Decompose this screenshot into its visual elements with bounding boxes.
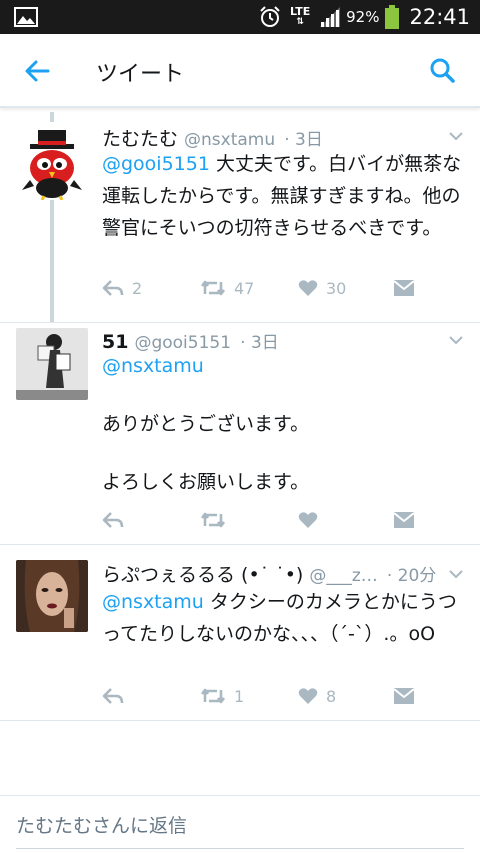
gallery-notification-icon bbox=[14, 7, 38, 27]
reply-count: 2 bbox=[132, 278, 143, 298]
chevron-down-icon[interactable] bbox=[448, 566, 464, 582]
username[interactable]: @___z… bbox=[309, 566, 377, 586]
app-header: ツイート bbox=[0, 34, 480, 108]
reply-input-placeholder[interactable]: たむたむさんに返信 bbox=[16, 811, 187, 838]
tweet-text: @nsxtamu タクシーのカメラとかにうつってたりしないのかな、、、（´-`）… bbox=[102, 586, 470, 650]
reply-button[interactable] bbox=[102, 684, 132, 708]
reply-input-underline bbox=[16, 848, 464, 849]
clock: 22:41 bbox=[409, 5, 470, 29]
retweet-count: 1 bbox=[234, 686, 245, 706]
retweet-icon bbox=[200, 280, 226, 296]
username[interactable]: @nsxtamu bbox=[184, 130, 275, 150]
battery-icon bbox=[385, 5, 400, 29]
heart-icon bbox=[298, 512, 318, 528]
search-icon[interactable] bbox=[426, 54, 460, 88]
network-type-indicator: LTE ⇅ bbox=[290, 5, 311, 27]
tweet[interactable]: たむたむ @nsxtamu · 3日 @gooi5151 大丈夫です。白バイが無茶… bbox=[0, 124, 480, 320]
heart-icon bbox=[298, 280, 318, 296]
tweet[interactable]: らぷつぇるるる (•˙ ˙•) @___z… · 20分 @nsxtamu タクシ… bbox=[0, 560, 480, 720]
mention-link[interactable]: @nsxtamu bbox=[102, 355, 204, 377]
avatar[interactable] bbox=[16, 128, 88, 200]
divider bbox=[0, 544, 480, 545]
direct-message-button[interactable] bbox=[394, 684, 414, 708]
display-name[interactable]: らぷつぇるるる (•˙ ˙•) bbox=[102, 564, 303, 586]
signal-strength-icon bbox=[320, 7, 341, 27]
mention-link[interactable]: @nsxtamu bbox=[102, 591, 204, 613]
like-button[interactable]: 30 bbox=[298, 276, 346, 300]
reply-button[interactable] bbox=[102, 508, 132, 532]
tweet-actions: 1 8 bbox=[102, 684, 422, 708]
retweet-button[interactable]: 47 bbox=[200, 276, 254, 300]
heart-icon bbox=[298, 688, 318, 704]
reply-icon bbox=[102, 512, 124, 528]
tweet-body-text: ありがとうございます。 よろしくお願いします。 bbox=[102, 413, 310, 493]
tweet-time: · 20分 bbox=[386, 566, 437, 586]
owl-mascot-avatar-image bbox=[22, 130, 82, 200]
reply-icon bbox=[102, 280, 124, 296]
tweet[interactable]: 51 @gooi5151 · 3日 @nsxtamu ありがとうございます。 よろ… bbox=[0, 328, 480, 538]
like-button[interactable] bbox=[298, 508, 326, 532]
like-button[interactable]: 8 bbox=[298, 684, 336, 708]
reply-button[interactable]: 2 bbox=[102, 276, 142, 300]
back-arrow-icon[interactable] bbox=[20, 54, 54, 88]
divider bbox=[0, 720, 480, 721]
retweet-button[interactable]: 1 bbox=[200, 684, 244, 708]
retweet-icon bbox=[200, 688, 226, 704]
battery-percent: 92% bbox=[346, 8, 380, 26]
reply-icon bbox=[102, 688, 124, 704]
envelope-icon bbox=[394, 512, 414, 528]
tweet-time: · 3日 bbox=[284, 130, 323, 150]
retweet-icon bbox=[200, 512, 226, 528]
retweet-button[interactable] bbox=[200, 508, 234, 532]
chevron-down-icon[interactable] bbox=[448, 128, 464, 144]
user-photo-avatar-image bbox=[16, 560, 88, 632]
status-bar: LTE ⇅ 92% 22:41 bbox=[0, 0, 480, 34]
direct-message-button[interactable] bbox=[394, 508, 414, 532]
direct-message-button[interactable] bbox=[394, 276, 414, 300]
mention-link[interactable]: @gooi5151 bbox=[102, 153, 210, 175]
like-count: 8 bbox=[326, 686, 337, 706]
envelope-icon bbox=[394, 280, 414, 296]
divider bbox=[0, 322, 480, 323]
avatar[interactable] bbox=[16, 560, 88, 632]
avatar[interactable] bbox=[16, 328, 88, 400]
display-name[interactable]: たむたむ bbox=[102, 128, 178, 150]
username[interactable]: @gooi5151 bbox=[134, 333, 231, 353]
tweet-actions: 2 47 30 bbox=[102, 276, 422, 300]
tweet-time: · 3日 bbox=[240, 333, 279, 353]
chevron-down-icon[interactable] bbox=[448, 332, 464, 348]
alarm-icon bbox=[260, 6, 280, 27]
display-name[interactable]: 51 bbox=[102, 331, 128, 353]
user-photo-avatar-image bbox=[16, 328, 88, 400]
like-count: 30 bbox=[326, 278, 347, 298]
page-title: ツイート bbox=[96, 62, 185, 87]
thread-connector-line bbox=[50, 112, 54, 122]
tweet-header: らぷつぇるるる (•˙ ˙•) @___z… · 20分 bbox=[102, 560, 440, 588]
reply-composer[interactable]: たむたむさんに返信 bbox=[0, 795, 480, 853]
tweet-text: @gooi5151 大丈夫です。白バイが無茶な運転したからです。無謀すぎますね。… bbox=[102, 148, 470, 244]
envelope-icon bbox=[394, 688, 414, 704]
tweet-text: @nsxtamu ありがとうございます。 よろしくお願いします。 bbox=[102, 352, 470, 497]
divider bbox=[0, 795, 480, 796]
tweet-actions bbox=[102, 508, 422, 532]
retweet-count: 47 bbox=[234, 278, 255, 298]
